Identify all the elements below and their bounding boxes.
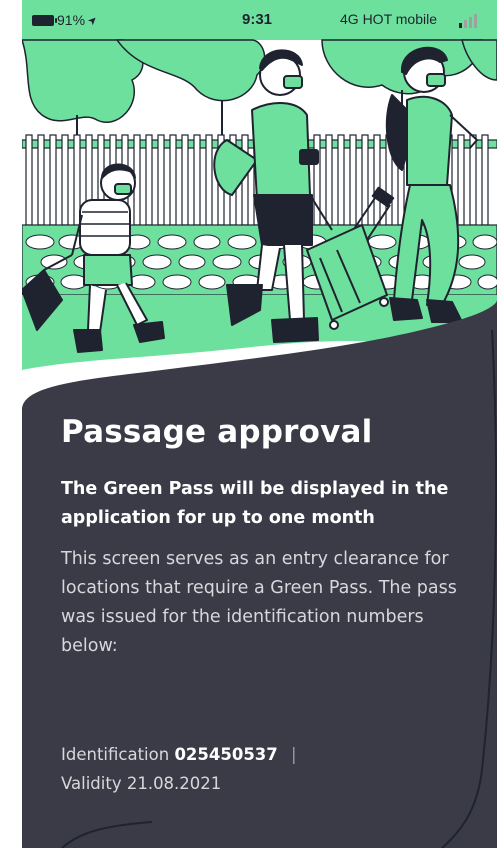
battery-icon xyxy=(32,14,57,26)
page-title: Passage approval xyxy=(61,414,373,450)
identification-number: 025450537 xyxy=(174,745,278,764)
carrier-label: 4G HOT mobile xyxy=(340,11,437,27)
clearance-description: This screen serves as an entry clearance… xyxy=(61,549,457,656)
status-bar: 91% ➤ 9:31 4G HOT mobile xyxy=(22,0,497,38)
status-time: 9:31 xyxy=(242,11,273,28)
display-duration-notice: The Green Pass will be displayed in the … xyxy=(61,479,449,528)
signal-icon xyxy=(459,14,477,28)
identification-block: Identification 025450537 | Validity 21.0… xyxy=(61,740,481,798)
separator: | xyxy=(291,745,297,764)
location-arrow-icon: ➤ xyxy=(85,12,101,28)
battery-status: 91% ➤ xyxy=(32,12,100,28)
battery-percent: 91% xyxy=(57,12,86,28)
identification-label: Identification xyxy=(61,745,170,764)
validity-date: Validity 21.08.2021 xyxy=(61,774,222,793)
